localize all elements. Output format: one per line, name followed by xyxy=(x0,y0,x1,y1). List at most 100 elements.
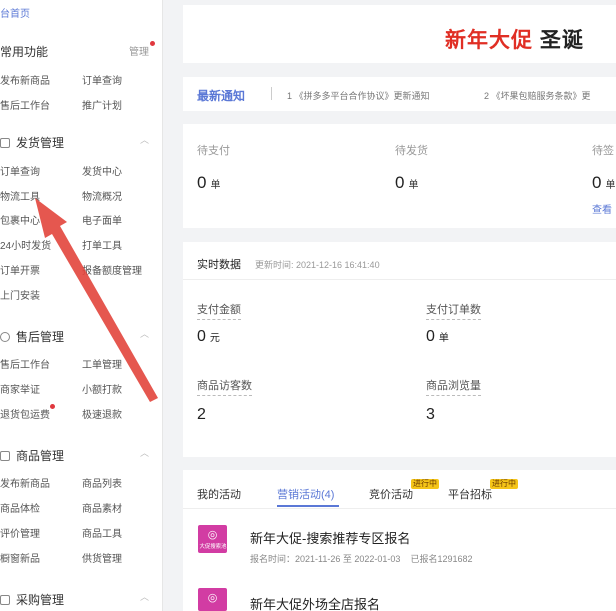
sidebar-item-small-payment[interactable]: 小额打款 xyxy=(82,381,122,396)
sidebar-item-print-tool[interactable]: 打单工具 xyxy=(82,237,122,252)
icon-caption: 大促搜索池 xyxy=(199,544,227,550)
sidebar-item-waybill[interactable]: 电子面单 xyxy=(82,212,122,227)
promo-banner[interactable]: 新年大促 圣诞 xyxy=(183,5,616,63)
metric-label-pay-orders[interactable]: 支付订单数 xyxy=(426,301,481,320)
sidebar-item-evidence[interactable]: 商家举证 xyxy=(0,381,40,396)
notification-dot xyxy=(150,41,155,46)
sidebar-item-goods-material[interactable]: 商品素材 xyxy=(82,500,122,515)
metric-unit: 单 xyxy=(438,333,449,344)
notice-item[interactable]: 2 《坏果包赔服务条款》更 xyxy=(484,89,591,102)
notice-item[interactable]: 1 《拼多多平台合作协议》更新通知 xyxy=(287,89,430,102)
banner-red-text: 新年大促 xyxy=(445,29,533,52)
sidebar-section-goods[interactable]: 商品管理 xyxy=(0,447,64,464)
metric-number: 0 xyxy=(197,328,206,345)
stat-unit: 单 xyxy=(210,180,221,191)
chevron-up-icon[interactable]: ︿ xyxy=(140,590,149,603)
activity-card: 我的活动 营销活动(4) 竞价活动 进行中 平台招标 进行中 ◎ 大促搜索池 新年… xyxy=(183,470,616,611)
stat-number: 0 xyxy=(197,173,207,192)
activity-title[interactable]: 新年大促-搜索推荐专区报名 xyxy=(250,528,410,547)
stat-number: 0 xyxy=(395,173,405,192)
sidebar-item-logistics-overview[interactable]: 物流概况 xyxy=(82,188,122,203)
sidebar-item-return-shipping[interactable]: 退货包运费 xyxy=(0,406,50,421)
metric-value-visitors: 2 xyxy=(197,406,206,424)
banner-headline: 新年大促 圣诞 xyxy=(445,24,584,54)
update-time: 更新时间: 2021-12-16 16:41:40 xyxy=(255,260,380,270)
sidebar-item-24h-ship[interactable]: 24小时发货 xyxy=(0,237,51,252)
search-pool-icon: ◎ 大促搜索池 xyxy=(198,525,227,553)
sidebar-item-quota[interactable]: 报备额度管理 xyxy=(82,262,142,277)
shield-check-icon xyxy=(0,331,10,342)
tab-bidding[interactable]: 竞价活动 xyxy=(369,486,413,502)
sidebar-item-order-query-2[interactable]: 订单查询 xyxy=(0,163,40,178)
box-icon xyxy=(0,450,10,461)
manage-link[interactable]: 管理 xyxy=(129,43,149,58)
metric-label-pay-amount[interactable]: 支付金额 xyxy=(197,301,241,320)
signup-time: 报名时间：2021-11-26 至 2022-01-03 xyxy=(250,554,401,564)
sidebar-item-showcase[interactable]: 橱窗新品 xyxy=(0,550,40,565)
sidebar-section-purchase[interactable]: 采购管理 xyxy=(0,591,64,608)
active-tab-indicator xyxy=(277,505,339,507)
sidebar-item-reviews[interactable]: 评价管理 xyxy=(0,525,40,540)
calendar-icon xyxy=(0,594,10,605)
sidebar-item-publish-goods-2[interactable]: 发布新商品 xyxy=(0,475,50,490)
sidebar-section-aftersale[interactable]: 售后管理 xyxy=(0,328,64,345)
sidebar-item-goods-check[interactable]: 商品体检 xyxy=(0,500,40,515)
activity-title[interactable]: 新年大促外场全店报名 xyxy=(250,594,380,611)
sidebar-item-promo-plan[interactable]: 推广计划 xyxy=(82,97,122,112)
divider xyxy=(271,87,272,100)
chevron-up-icon[interactable]: ︿ xyxy=(140,446,149,459)
metric-unit: 元 xyxy=(209,333,220,344)
stat-label-pending-sign: 待签 xyxy=(592,145,614,157)
order-stats-card: 待支付 0单 待发货 0单 待签 0单 查看 xyxy=(183,124,616,228)
sidebar-item-aftersale-desk-2[interactable]: 售后工作台 xyxy=(0,356,50,371)
notification-dot xyxy=(50,404,55,409)
list-icon xyxy=(0,137,10,148)
sidebar-item-package-center[interactable]: 包裹中心 xyxy=(0,212,40,227)
sidebar-item-logistics-tools[interactable]: 物流工具 xyxy=(0,188,40,203)
shipping-title: 发货管理 xyxy=(16,136,65,150)
realtime-title: 实时数据 xyxy=(197,259,241,271)
sidebar-item-aftersale-desk[interactable]: 售后工作台 xyxy=(0,97,50,112)
sidebar-item-invoice[interactable]: 订单开票 xyxy=(0,262,40,277)
sidebar: 台首页 常用功能 管理 发布新商品 订单查询 售后工作台 推广计划 发货管理 ︿… xyxy=(0,0,163,611)
sidebar-item-supply[interactable]: 供货管理 xyxy=(82,550,122,565)
sidebar-section-shipping[interactable]: 发货管理 xyxy=(0,134,64,151)
sidebar-home-link[interactable]: 台首页 xyxy=(0,5,30,20)
sidebar-item-tickets[interactable]: 工单管理 xyxy=(82,356,122,371)
signup-count: 已报名1291682 xyxy=(410,554,473,564)
stat-value-pending-sign[interactable]: 0单 xyxy=(592,173,615,193)
view-link[interactable]: 查看 xyxy=(592,201,612,216)
activity-time: 报名时间：2021-11-26 至 2022-01-03 已报名1291682 xyxy=(250,552,472,565)
sidebar-item-shipping-center[interactable]: 发货中心 xyxy=(82,163,122,178)
banner-dark-text: 圣诞 xyxy=(539,29,584,52)
status-badge: 进行中 xyxy=(411,479,439,489)
chevron-up-icon[interactable]: ︿ xyxy=(140,133,149,146)
metric-label-pageviews[interactable]: 商品浏览量 xyxy=(426,377,481,396)
divider xyxy=(183,279,616,280)
metric-label-visitors[interactable]: 商品访客数 xyxy=(197,377,252,396)
stat-value-pending-ship[interactable]: 0单 xyxy=(395,173,418,193)
stat-unit: 单 xyxy=(408,180,419,191)
sidebar-item-order-query[interactable]: 订单查询 xyxy=(82,72,122,87)
metric-number: 3 xyxy=(426,406,435,423)
stat-label-pending-payment: 待支付 xyxy=(197,145,230,157)
notice-label: 最新通知 xyxy=(197,89,246,103)
metric-value-pageviews: 3 xyxy=(426,406,435,424)
sidebar-item-goods-tools[interactable]: 商品工具 xyxy=(82,525,122,540)
sidebar-item-goods-list[interactable]: 商品列表 xyxy=(82,475,122,490)
metric-value-pay-amount: 0元 xyxy=(197,328,220,346)
chevron-up-icon[interactable]: ︿ xyxy=(140,327,149,340)
sidebar-item-publish-goods[interactable]: 发布新商品 xyxy=(0,72,50,87)
sidebar-item-fast-refund[interactable]: 极速退款 xyxy=(82,406,122,421)
sidebar-section-common[interactable]: 常用功能 xyxy=(0,43,48,60)
tab-tender[interactable]: 平台招标 xyxy=(448,486,492,502)
sidebar-item-install[interactable]: 上门安装 xyxy=(0,287,40,302)
stat-number: 0 xyxy=(592,173,602,192)
tab-marketing[interactable]: 营销活动(4) xyxy=(277,486,334,502)
notice-bar: 最新通知 1 《拼多多平台合作协议》更新通知 2 《坏果包赔服务条款》更 xyxy=(183,77,616,111)
stat-value-pending-payment[interactable]: 0单 xyxy=(197,173,220,193)
metric-number: 2 xyxy=(197,406,206,423)
tab-my-activities[interactable]: 我的活动 xyxy=(197,486,241,502)
aftersale-title: 售后管理 xyxy=(16,330,65,344)
goods-title: 商品管理 xyxy=(16,449,65,463)
